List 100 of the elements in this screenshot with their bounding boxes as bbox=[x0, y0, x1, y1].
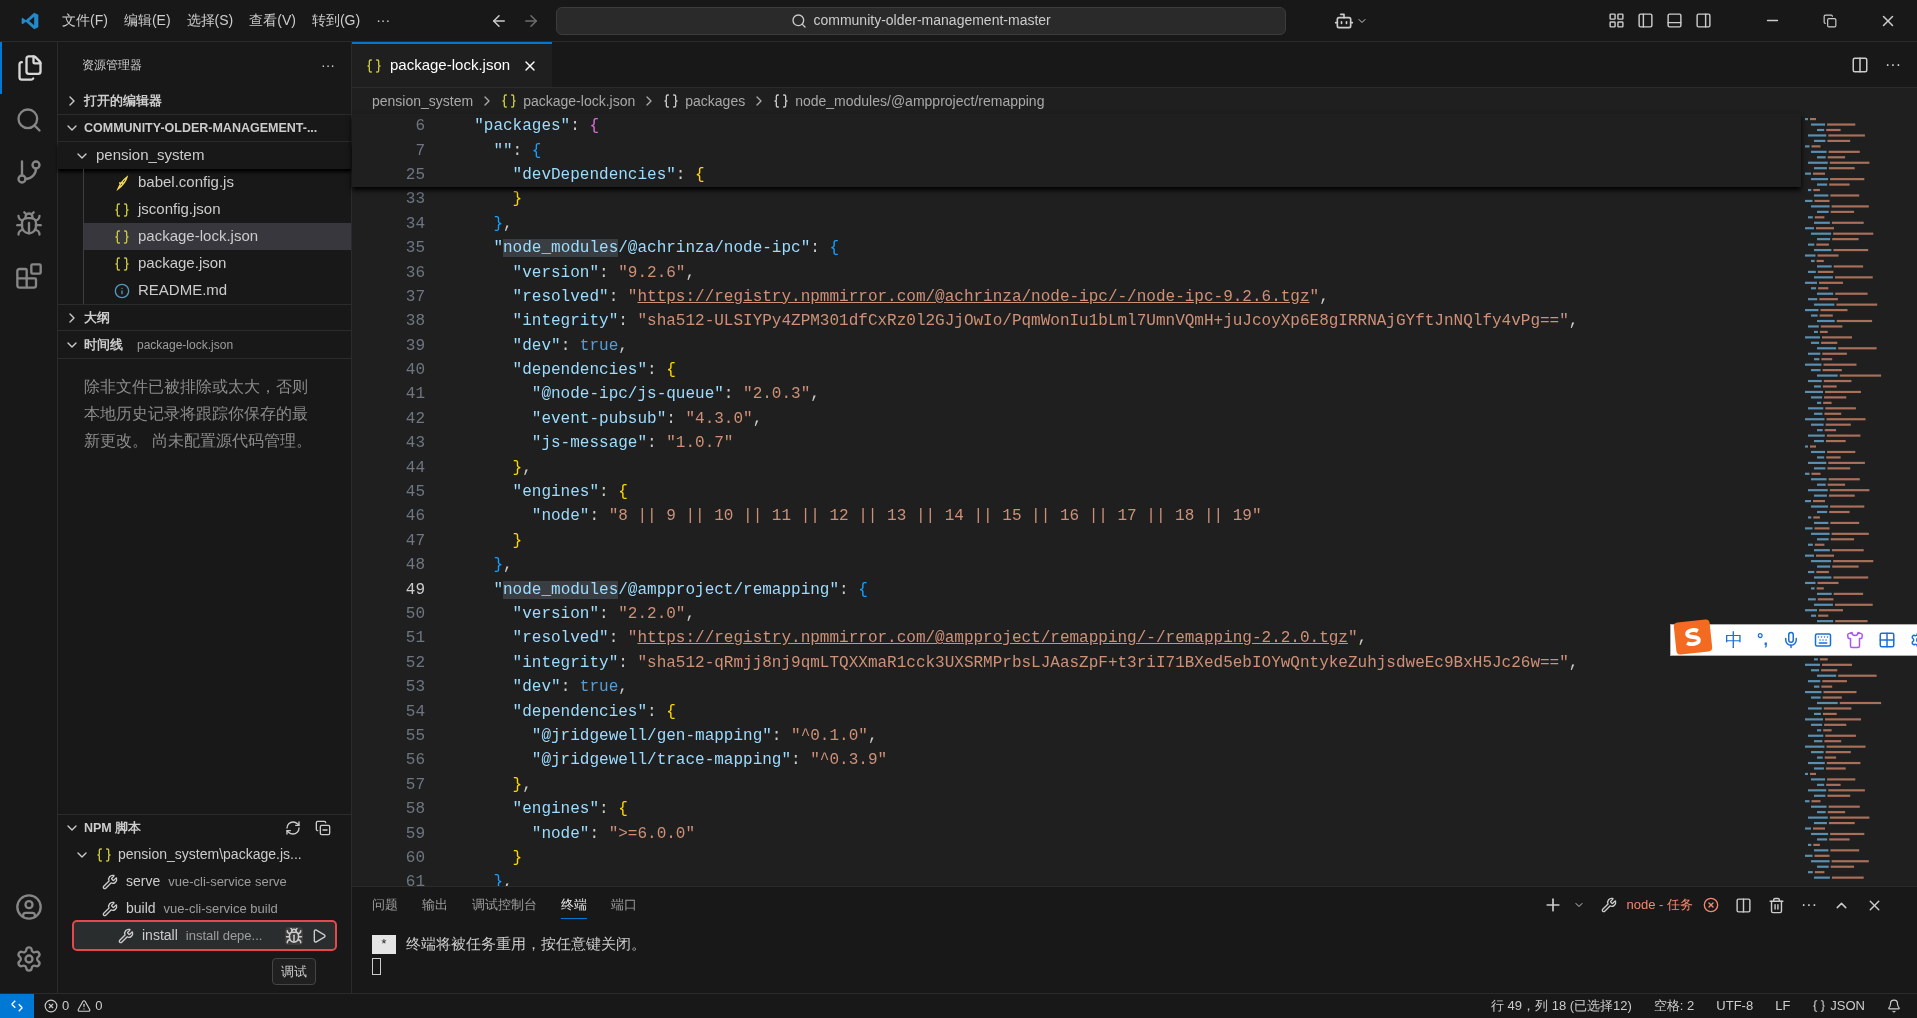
indentation[interactable]: 空格: 2 bbox=[1653, 996, 1695, 1016]
code-line: }, bbox=[511, 457, 532, 479]
notification-bell-icon[interactable] bbox=[1887, 999, 1901, 1013]
account-icon[interactable] bbox=[14, 893, 43, 921]
more-actions-button[interactable]: ··· bbox=[1885, 52, 1901, 77]
code-line: "version": "2.2.0", bbox=[511, 604, 696, 625]
command-center-search[interactable]: community-older-management-master bbox=[556, 6, 1287, 35]
file-item[interactable]: package-lock.json bbox=[83, 223, 351, 250]
panel-tab[interactable]: 端口 bbox=[611, 891, 637, 919]
run-debug-icon[interactable] bbox=[14, 210, 43, 238]
panel-toggle-icon[interactable] bbox=[1666, 12, 1683, 29]
collapse-all-icon[interactable] bbox=[315, 820, 331, 836]
panel-tab[interactable]: 问题 bbox=[372, 891, 398, 919]
file-item[interactable]: README.md bbox=[83, 277, 351, 304]
panel-tab[interactable]: 输出 bbox=[422, 891, 448, 919]
panel-tab[interactable]: 终端 bbox=[561, 891, 587, 919]
file-item[interactable]: babel.config.js bbox=[83, 169, 351, 196]
menu-item[interactable]: 查看(V) bbox=[241, 5, 304, 36]
ime-logo-icon[interactable] bbox=[1673, 619, 1713, 655]
panel-tab[interactable]: 调试控制台 bbox=[472, 891, 537, 919]
braces-icon bbox=[773, 93, 790, 109]
timeline-message: 除非文件已被排除或太大，否则本地历史记录将跟踪你保存的最新更改。 尚未配置源代码管理。 bbox=[84, 377, 314, 451]
line-number: 35 bbox=[404, 238, 425, 260]
trash-icon[interactable] bbox=[1768, 896, 1785, 914]
folder-row[interactable]: pension_system bbox=[58, 142, 351, 169]
menu-item[interactable]: 选择(S) bbox=[178, 5, 242, 36]
extensions-icon[interactable] bbox=[14, 262, 43, 290]
more-actions-button[interactable]: ··· bbox=[321, 54, 335, 76]
editor-tab[interactable]: package-lock.json bbox=[352, 42, 553, 87]
code-line: "integrity": "sha512-ULSIYPy4ZPM301dfCxRz0l2GJjOwIo/PqmWonIu1bLml7UmnVQmH+juJcoyXp6E8gIRRNAjGYftJnNQlfy4vPg==", bbox=[511, 311, 1579, 333]
section-header[interactable]: COMMUNITY-OLDER-MANAGEMENT-... bbox=[58, 115, 351, 142]
search-icon[interactable] bbox=[14, 106, 43, 134]
wrench-icon bbox=[102, 900, 118, 917]
debug-icon[interactable] bbox=[285, 926, 303, 945]
terminal-name[interactable]: node - 任务 bbox=[1626, 895, 1693, 915]
menu-item[interactable]: 转到(G) bbox=[303, 5, 369, 36]
grid-icon[interactable] bbox=[1877, 631, 1896, 649]
npm-script-item[interactable]: serve vue-cli-service serve bbox=[58, 868, 351, 895]
keyboard-icon[interactable] bbox=[1813, 631, 1832, 649]
encoding[interactable]: UTF-8 bbox=[1716, 996, 1754, 1016]
split-editor-icon[interactable] bbox=[1851, 55, 1869, 74]
punctuation-mode[interactable]: °, bbox=[1757, 628, 1768, 652]
terminal-badge: * bbox=[372, 934, 396, 954]
section-header[interactable]: NPM 脚本 bbox=[58, 814, 351, 841]
run-icon[interactable] bbox=[311, 927, 327, 944]
settings-icon[interactable] bbox=[14, 945, 43, 973]
split-terminal-icon[interactable] bbox=[1735, 896, 1752, 914]
code-line: "resolved": "https://registry.npmmirror.com/@ampproject/remapping/-/remapping-2.2.0.tgz", bbox=[511, 628, 1368, 650]
code-line: "event-pubsub": "4.3.0", bbox=[530, 408, 763, 430]
line-number: 49 bbox=[404, 579, 425, 601]
breadcrumb-item[interactable]: pension_system bbox=[372, 90, 474, 112]
code-line: "": { bbox=[492, 140, 542, 162]
sidebar-toggle-icon[interactable] bbox=[1637, 12, 1654, 29]
tooltip: 调试 bbox=[272, 957, 316, 985]
error-count[interactable]: 0 bbox=[62, 996, 70, 1016]
restore-icon[interactable] bbox=[1823, 13, 1837, 28]
terminal-cursor bbox=[372, 957, 381, 975]
line-number: 50 bbox=[404, 604, 425, 625]
secondary-sidebar-icon[interactable] bbox=[1695, 12, 1712, 29]
layout-icon[interactable] bbox=[1608, 12, 1625, 29]
shirt-icon[interactable] bbox=[1845, 631, 1864, 649]
npm-script-item[interactable]: install install depe... bbox=[74, 922, 335, 949]
section-header[interactable]: 打开的编辑器 bbox=[58, 88, 351, 115]
file-item[interactable]: package.json bbox=[83, 250, 351, 277]
line-number: 51 bbox=[404, 628, 425, 650]
refresh-icon[interactable] bbox=[285, 820, 301, 836]
menu-item[interactable]: 文件(F) bbox=[54, 5, 116, 36]
npm-script-item[interactable]: build vue-cli-service build bbox=[58, 895, 351, 922]
source-control-icon[interactable] bbox=[14, 158, 43, 186]
line-number: 44 bbox=[404, 457, 425, 479]
script-command: vue-cli-service serve bbox=[168, 872, 287, 891]
line-number: 40 bbox=[404, 360, 425, 382]
line-number: 54 bbox=[404, 701, 425, 723]
sidebar-title: 资源管理器 bbox=[82, 57, 142, 74]
explorer-icon[interactable] bbox=[15, 54, 44, 82]
line-number: 59 bbox=[404, 823, 425, 845]
breadcrumb-item[interactable]: package-lock.json bbox=[523, 90, 636, 112]
code-line: "node_modules/@achrinza/node-ipc": { bbox=[492, 238, 840, 260]
section-header[interactable]: 大纲 bbox=[58, 304, 351, 331]
line-ending[interactable]: LF bbox=[1775, 996, 1791, 1016]
warning-count[interactable]: 0 bbox=[95, 996, 103, 1016]
cursor-position[interactable]: 行 49，列 18 (已选择12) bbox=[1490, 996, 1632, 1016]
code-line: }, bbox=[492, 213, 513, 235]
breadcrumb-item[interactable]: packages bbox=[685, 90, 746, 112]
language-mode[interactable]: JSON bbox=[1830, 996, 1865, 1016]
code-line: "node": "8 || 9 || 10 || 11 || 12 || 13 || 14 || 15 || 16 || 17 || 18 || 19" bbox=[530, 506, 1262, 528]
line-number: 57 bbox=[404, 774, 425, 796]
menu-item[interactable]: ··· bbox=[368, 5, 399, 36]
section-header[interactable]: 时间线 package-lock.json bbox=[58, 331, 351, 359]
braces-icon bbox=[114, 228, 130, 245]
wrench-icon bbox=[102, 873, 118, 890]
remote-icon bbox=[10, 999, 24, 1013]
menu-item[interactable]: 编辑(E) bbox=[115, 5, 179, 36]
package-row[interactable]: pension_system\package.js... bbox=[58, 841, 351, 868]
input-mode[interactable]: 中 bbox=[1725, 626, 1743, 654]
more-actions-button[interactable]: ··· bbox=[1801, 893, 1817, 917]
braces-icon bbox=[114, 201, 130, 218]
code-line: "version": "9.2.6", bbox=[511, 262, 696, 284]
remote-indicator[interactable] bbox=[0, 994, 34, 1018]
breadcrumb-item[interactable]: node_modules/@ampproject/remapping bbox=[795, 90, 1045, 112]
